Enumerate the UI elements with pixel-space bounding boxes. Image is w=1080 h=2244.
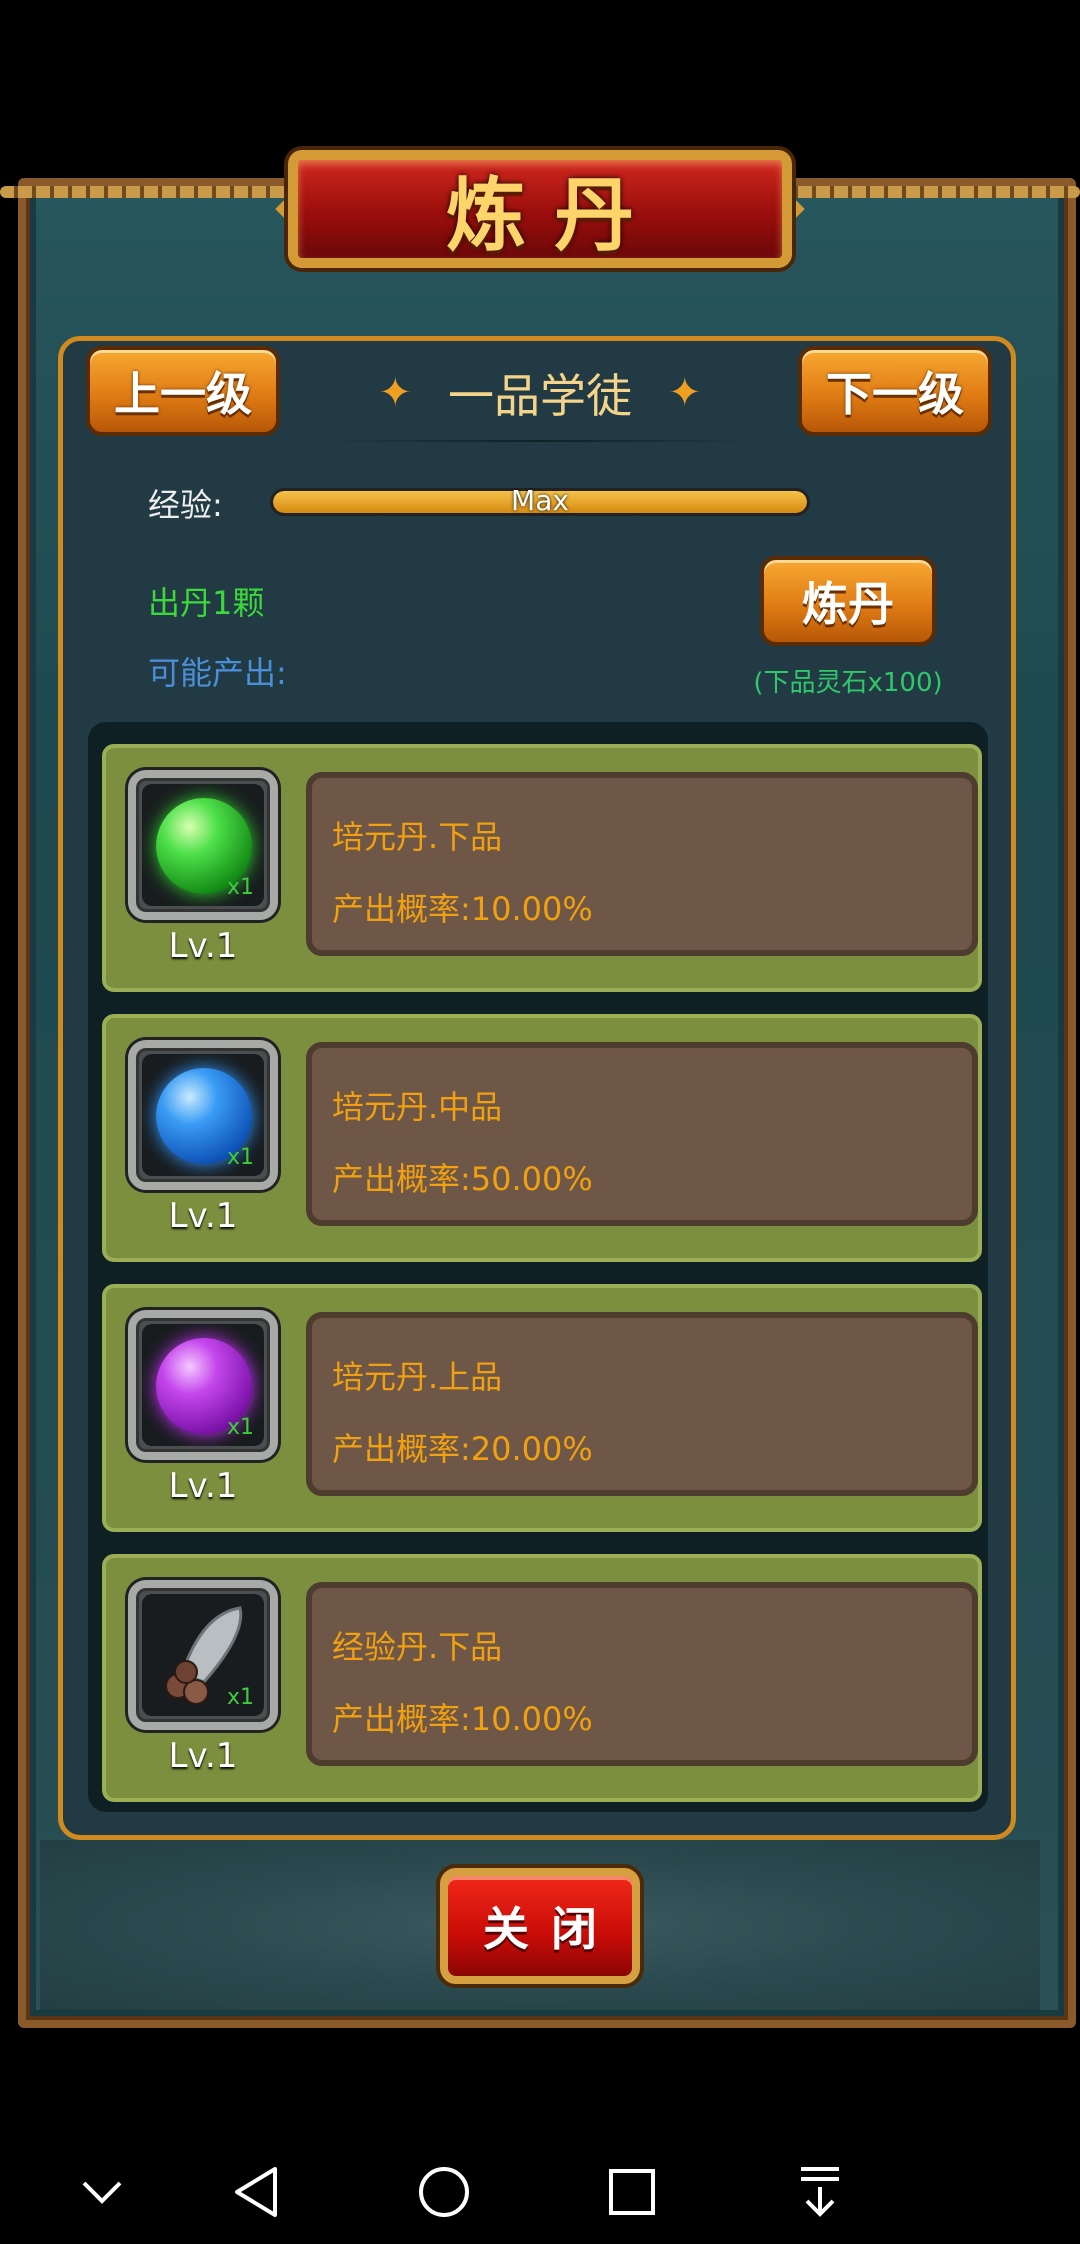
item-quantity: x1 [226,1685,254,1710]
rope-right [780,186,1080,198]
refine-button[interactable]: 炼丹 [760,556,936,646]
item-name: 经验丹.下品 [332,1628,503,1666]
list-item[interactable]: x1 Lv.1 培元丹.中品 产出概率:50.00% [102,1014,982,1262]
page-title: 炼丹 [446,169,662,262]
refine-cost: (下品灵石x100) [753,668,943,698]
item-name: 培元丹.上品 [332,1358,503,1396]
sparkle-left-icon: ✦ [378,370,412,416]
rope-left [0,186,300,198]
item-icon-frame: x1 [128,770,278,920]
output-list[interactable]: x1 Lv.1 培元丹.下品 产出概率:10.00% x1 Lv.1 培元丹.中… [88,722,988,1812]
item-rate: 产出概率:50.00% [332,1160,593,1198]
item-name: 培元丹.下品 [332,818,503,856]
item-info: 培元丹.下品 产出概率:10.00% [306,772,978,956]
title-plaque: 炼丹 [288,150,792,268]
close-button[interactable]: 关闭 [440,1868,640,1984]
item-quantity: x1 [226,1145,254,1170]
item-icon-frame: x1 [128,1040,278,1190]
item-rate: 产出概率:10.00% [332,1700,593,1738]
item-info: 培元丹.中品 产出概率:50.00% [306,1042,978,1226]
item-quantity: x1 [226,1415,254,1440]
next-level-button[interactable]: 下一级 [798,346,992,436]
item-level: Lv.1 [168,1736,238,1776]
item-level: Lv.1 [168,1196,238,1236]
sparkle-right-icon: ✦ [668,370,702,416]
exp-value: Max [511,484,569,517]
item-icon-frame: x1 [128,1310,278,1460]
item-rate: 产出概率:10.00% [332,890,593,928]
item-info: 培元丹.上品 产出概率:20.00% [306,1312,978,1496]
notification-pull-icon[interactable] [790,2162,850,2222]
exp-label: 经验: [148,486,223,524]
home-icon[interactable] [414,2162,474,2222]
list-item[interactable]: x1 Lv.1 培元丹.上品 产出概率:20.00% [102,1284,982,1532]
item-info: 经验丹.下品 产出概率:10.00% [306,1582,978,1766]
item-rate: 产出概率:20.00% [332,1430,593,1468]
system-nav-bar [0,2140,1080,2244]
recent-apps-icon[interactable] [602,2162,662,2222]
list-item[interactable]: x1 Lv.1 经验丹.下品 产出概率:10.00% [102,1554,982,1802]
item-level: Lv.1 [168,1466,238,1506]
item-icon-frame: x1 [128,1580,278,1730]
chevron-down-icon[interactable] [72,2162,132,2222]
possible-output-label: 可能产出: [148,654,287,692]
yield-text: 出丹1颗 [148,584,265,622]
prev-level-button[interactable]: 上一级 [86,346,280,436]
item-name: 培元丹.中品 [332,1088,503,1126]
divider [330,440,750,442]
rank-label: 一品学徒 [448,369,632,423]
list-item[interactable]: x1 Lv.1 培元丹.下品 产出概率:10.00% [102,744,982,992]
item-level: Lv.1 [168,926,238,966]
rank-title: ✦ 一品学徒 ✦ [340,358,740,428]
back-icon[interactable] [226,2162,286,2222]
item-quantity: x1 [226,875,254,900]
